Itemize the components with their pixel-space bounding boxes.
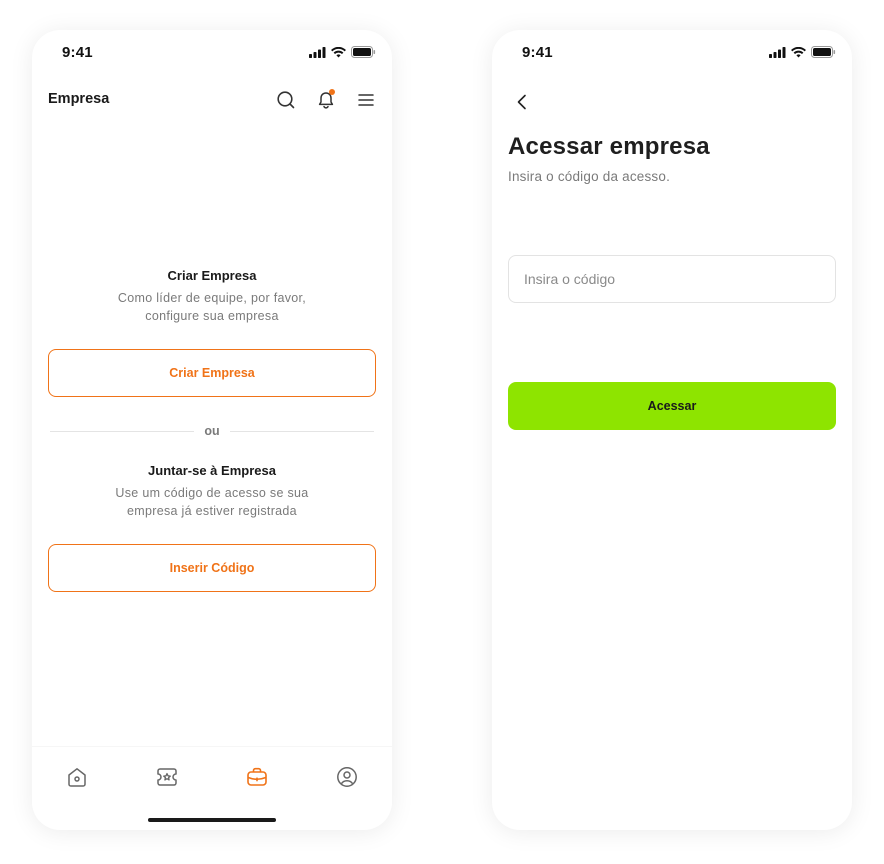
join-company-title: Juntar-se à Empresa [148,463,276,478]
chevron-left-icon [517,94,526,110]
notifications-button[interactable] [314,88,338,112]
access-code-input[interactable] [508,255,836,303]
header-actions [274,88,378,112]
page-title: Acessar empresa [508,133,710,160]
nav-item-profile[interactable] [302,747,392,807]
status-time: 9:41 [62,44,93,61]
divider-line-right [229,430,374,432]
notification-badge [329,89,335,95]
status-icons [309,46,376,58]
nav-item-home[interactable] [32,747,122,807]
create-company-title: Criar Empresa [167,268,257,283]
signal-icon [309,46,326,58]
company-screen: 9:41 Empresa Criar Empresa Como líder de… [32,30,392,830]
divider-label: ou [204,424,220,438]
back-button[interactable] [510,90,534,114]
battery-icon [351,46,376,58]
signal-icon [769,46,786,58]
status-bar: 9:41 [32,30,392,76]
status-bar: 9:41 [492,30,852,76]
search-icon [277,91,295,109]
access-company-screen: 9:41 Acessar empresa Insira o código da … [492,30,852,830]
nav-item-company[interactable] [212,747,302,807]
search-button[interactable] [274,88,298,112]
wifi-icon [791,46,806,57]
create-company-button[interactable]: Criar Empresa [48,349,376,397]
profile-icon [337,767,357,787]
home-indicator [148,818,276,822]
hamburger-menu-icon [358,94,374,106]
access-button[interactable]: Acessar [508,382,836,430]
home-icon [68,768,86,787]
page-title: Empresa [48,91,110,107]
insert-code-button[interactable]: Inserir Código [48,544,376,592]
bottom-navigation [32,746,392,807]
status-icons [769,46,836,58]
create-company-description: Como líder de equipe, por favor, configu… [117,291,307,323]
briefcase-icon [247,767,267,786]
menu-button[interactable] [354,88,378,112]
page-subtitle: Insira o código da acesso. [508,169,671,184]
ticket-star-icon [157,768,177,786]
status-time: 9:41 [522,44,553,61]
wifi-icon [331,46,346,57]
nav-item-rewards[interactable] [122,747,212,807]
battery-icon [811,46,836,58]
divider-line-left [50,430,195,432]
or-divider: ou [50,422,374,440]
join-company-description: Use um código de acesso se sua empresa j… [115,486,309,518]
